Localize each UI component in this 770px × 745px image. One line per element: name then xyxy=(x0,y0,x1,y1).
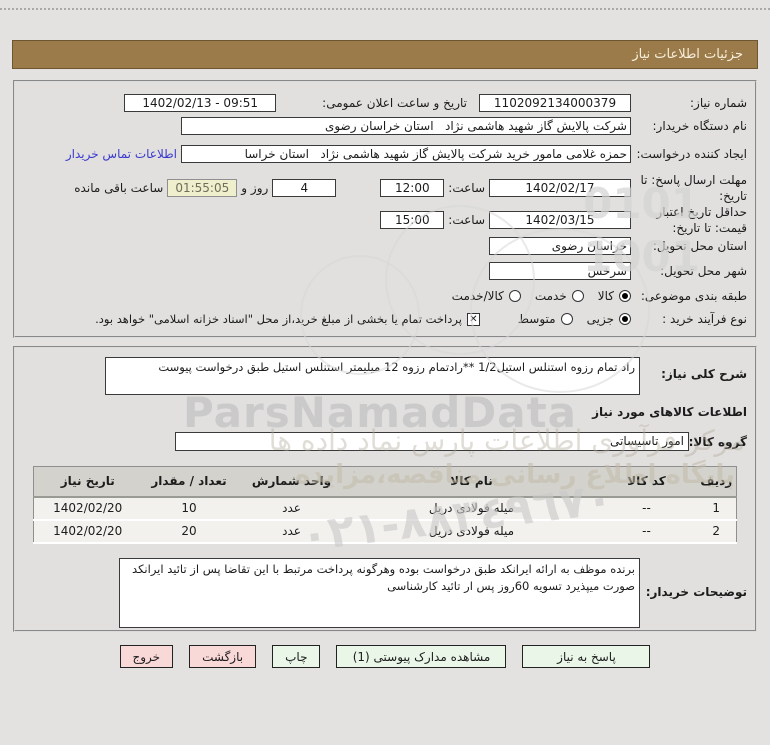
print-button[interactable]: چاپ xyxy=(272,645,321,668)
table-header-cell: تعداد / مقدار xyxy=(141,466,237,498)
delivery-province-row: استان محل تحویل: خراسان رضوی xyxy=(23,237,747,255)
need-description-label: شرح کلی نیاز: xyxy=(661,367,747,381)
buyer-org-label: نام دستگاه خریدار: xyxy=(652,118,748,133)
process-option-label: جزیی xyxy=(586,312,614,327)
classification-option-label: کالا xyxy=(597,289,614,304)
need-number-row: شماره نیاز: 1102092134000379 تاریخ و ساع… xyxy=(23,94,747,112)
table-header-cell: نام کالا xyxy=(346,466,597,498)
response-deadline-label: مهلت ارسال پاسخ: تا تاریخ: xyxy=(640,173,747,204)
table-cell: -- xyxy=(596,519,697,544)
table-cell: 1402/02/20 xyxy=(33,496,142,521)
announce-datetime-field[interactable]: 1402/02/13 - 09:51 xyxy=(124,94,277,112)
process-option-medium[interactable]: متوسط xyxy=(518,312,573,326)
request-creator-label: ایجاد کننده درخواست: xyxy=(636,146,747,161)
radio-selected-icon[interactable] xyxy=(619,313,631,326)
table-row: 1 -- میله فولادی دریل عدد 10 1402/02/20 xyxy=(33,496,737,521)
top-dotted-divider xyxy=(0,8,770,10)
goods-table-wrap: ردیف کد کالا نام کالا واحد شمارش تعداد / مقد… xyxy=(33,466,737,544)
price-validity-label: حداقل تاریخ اعتبار قیمت: تا تاریخ: xyxy=(656,205,747,236)
need-number-field[interactable]: 1102092134000379 xyxy=(479,94,631,112)
delivery-city-field[interactable]: سرخس xyxy=(489,262,631,280)
table-cell: 1402/02/20 xyxy=(33,519,142,544)
goods-group-label: گروه کالا: xyxy=(688,435,747,449)
response-deadline-row: مهلت ارسال پاسخ: تا تاریخ: 1402/02/17 سا… xyxy=(23,172,747,204)
request-creator-field[interactable]: حمزه غلامی مامور خرید شرکت پالایش گاز شه… xyxy=(181,145,631,163)
treasury-payment-option[interactable]: پرداخت تمام یا بخشی از مبلغ خرید،از محل … xyxy=(95,312,480,326)
table-cell: میله فولادی دریل xyxy=(346,519,597,544)
table-cell: 10 xyxy=(141,496,237,521)
purchase-process-row: نوع فرآیند خرید : جزیی متوسط پرداخت تمام… xyxy=(23,311,747,327)
validity-hour-label: ساعت: xyxy=(448,213,485,228)
classification-option-goods[interactable]: کالا xyxy=(598,289,631,303)
countdown-timer: 01:55:05 xyxy=(167,179,238,198)
classification-option-service[interactable]: خدمت xyxy=(535,289,584,303)
delivery-city-label: شهر محل تحویل: xyxy=(660,263,747,278)
goods-info-title: اطلاعات کالاهای مورد نیاز xyxy=(592,405,747,419)
view-attached-docs-button[interactable]: مشاهده مدارک پیوستی (1) xyxy=(336,645,507,668)
need-description-field[interactable]: راد تمام رزوه استنلس استیل1/2 **رادتمام … xyxy=(105,357,640,395)
deadline-hour-label: ساعت: xyxy=(448,181,485,196)
buyer-notes-label: توضیحات خریدار: xyxy=(645,585,747,599)
table-header-cell: کد کالا xyxy=(596,466,697,498)
remaining-hours-label: ساعت باقی مانده xyxy=(74,181,164,196)
buyer-contact-link[interactable]: اطلاعات تماس خریدار xyxy=(66,147,177,161)
buyer-org-row: نام دستگاه خریدار: شرکت پالایش گاز شهید … xyxy=(23,117,747,135)
delivery-city-row: شهر محل تحویل: سرخس xyxy=(23,262,747,280)
action-buttons-row: پاسخ به نیاز مشاهده مدارک پیوستی (1) چاپ… xyxy=(0,645,770,668)
table-cell: عدد xyxy=(236,496,347,521)
validity-time-field[interactable]: 15:00 xyxy=(380,211,445,230)
deadline-time-field[interactable]: 12:00 xyxy=(380,179,445,198)
goods-group-field[interactable]: امور تاسیساتی xyxy=(175,432,689,451)
goods-table: ردیف کد کالا نام کالا واحد شمارش تعداد / مقد… xyxy=(33,466,737,544)
classification-option-label: خدمت xyxy=(534,289,567,304)
deadline-date-field[interactable]: 1402/02/17 xyxy=(489,179,631,198)
respond-to-need-button[interactable]: پاسخ به نیاز xyxy=(522,645,651,668)
table-row: 2 -- میله فولادی دریل عدد 20 1402/02/20 xyxy=(33,519,737,544)
radio-icon[interactable] xyxy=(508,290,521,303)
table-cell: 20 xyxy=(141,519,237,544)
days-suffix-label: روز و xyxy=(241,181,269,196)
page-title: جزئیات اطلاعات نیاز xyxy=(12,40,758,69)
need-number-label: شماره نیاز: xyxy=(690,95,747,110)
table-cell: عدد xyxy=(236,519,347,544)
table-header-row: ردیف کد کالا نام کالا واحد شمارش تعداد / مقد… xyxy=(33,466,737,498)
table-header-cell: تاریخ نیاز xyxy=(33,466,142,498)
table-cell: 2 xyxy=(696,519,737,544)
process-option-minor[interactable]: جزیی xyxy=(587,312,631,326)
classification-option-goods-service[interactable]: کالا/خدمت xyxy=(452,289,521,303)
need-description-panel: شرح کلی نیاز: راد تمام رزوه استنلس استیل… xyxy=(13,346,757,632)
announce-datetime-label: تاریخ و ساعت اعلان عمومی: xyxy=(322,96,467,110)
need-details-page: جزئیات اطلاعات نیاز شماره نیاز: 11020921… xyxy=(0,0,770,745)
purchase-process-label: نوع فرآیند خرید : xyxy=(662,312,747,326)
classification-option-label: کالا/خدمت xyxy=(451,289,504,304)
delivery-province-field[interactable]: خراسان رضوی xyxy=(489,237,631,255)
back-button[interactable]: بازگشت xyxy=(189,645,257,668)
validity-date-field[interactable]: 1402/03/15 xyxy=(489,211,631,230)
table-header-cell: واحد شمارش xyxy=(236,466,347,498)
table-cell: 1 xyxy=(696,496,737,521)
buyer-notes-field[interactable]: برنده موظف به ارائه ایرانکد طبق درخواست … xyxy=(119,558,640,628)
price-validity-row: حداقل تاریخ اعتبار قیمت: تا تاریخ: 1402/… xyxy=(23,204,747,236)
delivery-province-label: استان محل تحویل: xyxy=(652,238,747,253)
request-creator-row: ایجاد کننده درخواست: حمزه غلامی مامور خر… xyxy=(23,145,747,163)
table-header-cell: ردیف xyxy=(696,466,737,498)
table-cell: میله فولادی دریل xyxy=(346,496,597,521)
radio-icon[interactable] xyxy=(560,313,573,326)
process-option-label: متوسط xyxy=(517,312,556,327)
subject-classification-label: طبقه بندی موضوعی: xyxy=(640,289,747,303)
buyer-org-field[interactable]: شرکت پالایش گاز شهید هاشمی نژاد استان خر… xyxy=(181,117,631,135)
general-info-panel: شماره نیاز: 1102092134000379 تاریخ و ساع… xyxy=(13,80,757,338)
treasury-payment-label: پرداخت تمام یا بخشی از مبلغ خرید،از محل … xyxy=(95,312,462,327)
radio-icon[interactable] xyxy=(571,290,584,303)
subject-classification-row: طبقه بندی موضوعی: کالا خدمت کالا/خدمت xyxy=(23,288,747,304)
table-cell: -- xyxy=(596,496,697,521)
treasury-checkbox-icon[interactable] xyxy=(466,312,480,326)
remaining-days-field[interactable]: 4 xyxy=(272,179,337,198)
exit-button[interactable]: خروج xyxy=(119,645,174,668)
radio-selected-icon[interactable] xyxy=(619,290,631,303)
